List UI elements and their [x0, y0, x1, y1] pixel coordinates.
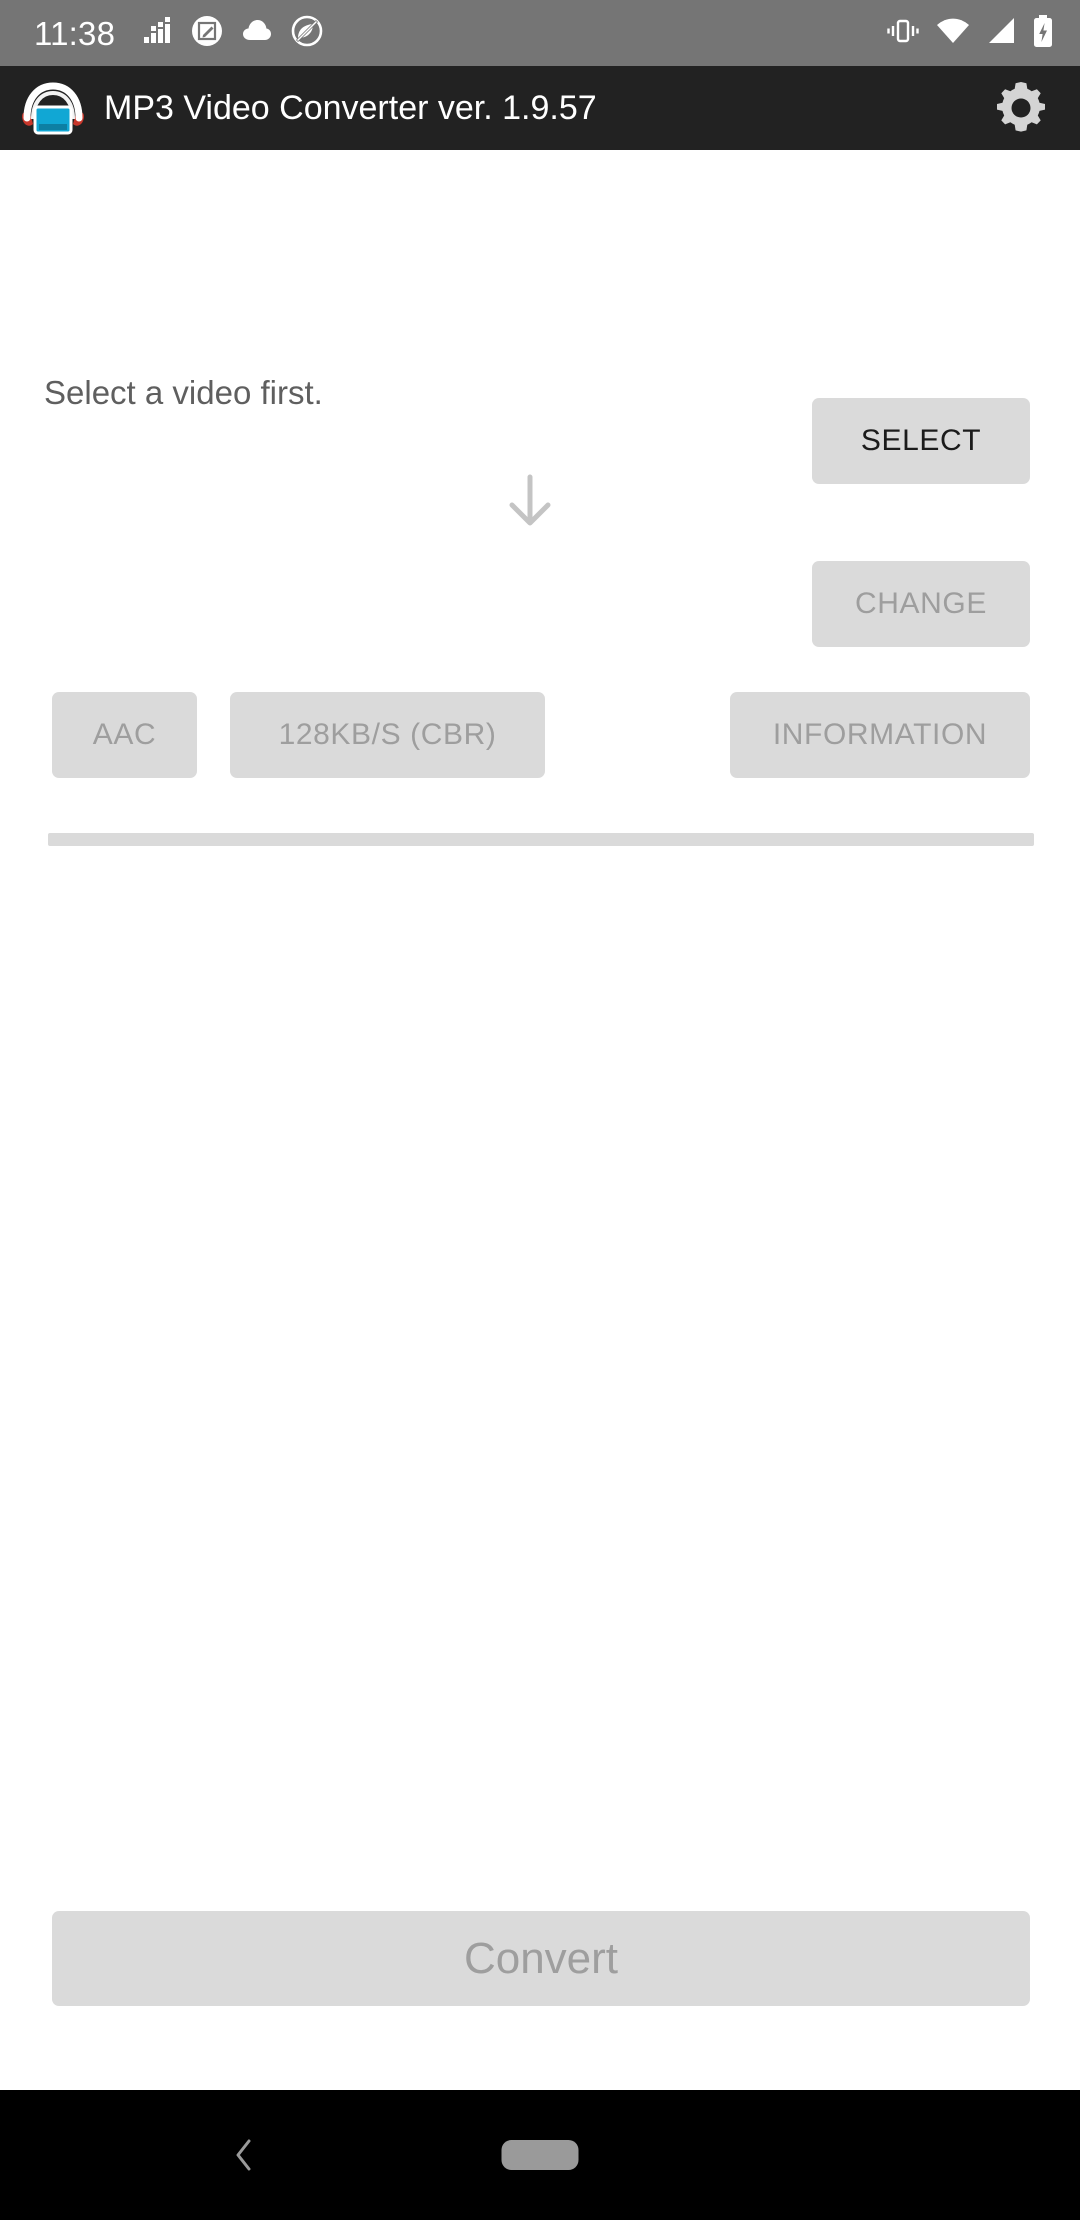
status-clock: 11:38	[34, 14, 116, 52]
equalizer-icon	[143, 16, 173, 51]
gear-icon[interactable]	[988, 75, 1054, 141]
battery-charging-icon	[1032, 14, 1054, 52]
main-content: Select a video first. SELECT CHANGE AAC …	[0, 150, 1080, 2090]
home-pill-icon[interactable]	[501, 2140, 579, 2170]
bitrate-button[interactable]: 128KB/S (CBR)	[230, 692, 545, 778]
cellular-signal-icon	[986, 17, 1016, 50]
do-not-disturb-icon	[291, 15, 323, 52]
status-bar-right-icons	[886, 14, 1054, 52]
change-button[interactable]: CHANGE	[812, 561, 1030, 647]
convert-button[interactable]: Convert	[52, 1911, 1030, 2006]
select-button[interactable]: SELECT	[812, 398, 1030, 484]
screenshot-edit-icon	[191, 15, 223, 52]
audio-format-button[interactable]: AAC	[52, 692, 197, 778]
information-button[interactable]: INFORMATION	[730, 692, 1030, 778]
status-message: Select a video first.	[44, 374, 323, 411]
app-screen: 11:38 MP3 Video Converter ver. 1.9.57 Se…	[0, 0, 1080, 2220]
app-bar: MP3 Video Converter ver. 1.9.57	[0, 66, 1080, 150]
progress-bar	[48, 833, 1034, 846]
chevron-left-icon[interactable]	[210, 2120, 280, 2190]
status-bar: 11:38	[0, 0, 1080, 66]
system-navigation-bar	[0, 2090, 1080, 2220]
headphones-video-app-icon	[18, 73, 88, 143]
cloud-icon	[241, 15, 273, 52]
wifi-icon	[936, 17, 970, 50]
status-bar-left-icons	[143, 15, 323, 52]
app-title: MP3 Video Converter ver. 1.9.57	[104, 88, 597, 127]
vibrate-icon	[886, 16, 920, 51]
arrow-down-icon	[499, 472, 561, 539]
